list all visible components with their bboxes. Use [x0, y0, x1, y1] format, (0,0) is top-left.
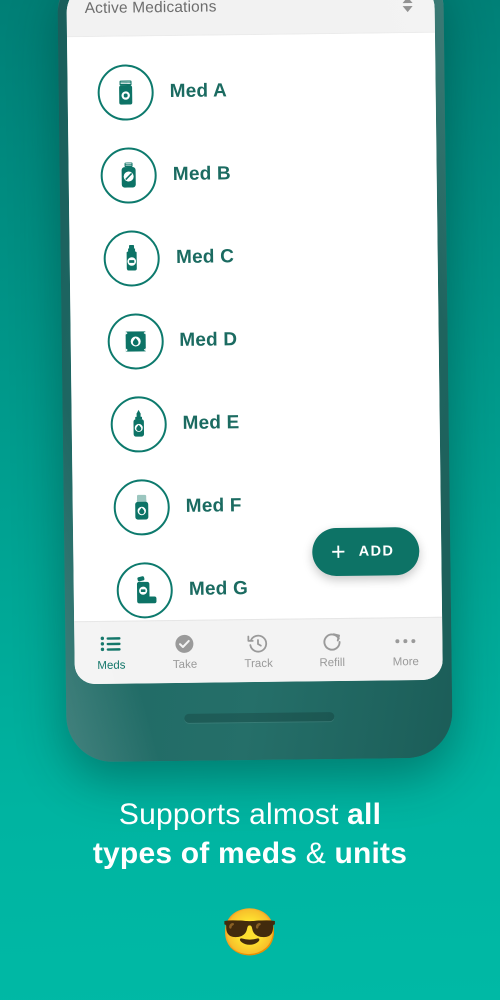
medication-label: Med G: [188, 577, 249, 600]
promo-tagline-line1: Supports almost all: [0, 795, 500, 834]
sunglasses-emoji: 😎: [221, 906, 279, 958]
medication-row-med-e[interactable]: Med E: [71, 379, 440, 466]
medication-list: Med A Med B Med C Med D Med E Med F Med G + ADD: [66, 32, 443, 622]
medication-row-med-d[interactable]: Med D: [70, 296, 439, 383]
add-medication-button[interactable]: + ADD: [311, 527, 420, 577]
bottom-navigation: Meds Take Track Refill More: [74, 616, 443, 685]
pill-box-icon: [97, 63, 154, 121]
nav-item-take[interactable]: Take: [148, 620, 222, 683]
gesture-bar: [184, 712, 335, 723]
promo-tagline-line2: types of meds & units: [0, 834, 500, 873]
nav-item-track[interactable]: Track: [221, 620, 295, 683]
nav-item-refill[interactable]: Refill: [295, 619, 369, 682]
medication-row-med-a[interactable]: Med A: [67, 47, 436, 134]
promo-text-amp: &: [297, 837, 335, 870]
list-icon: [100, 634, 122, 654]
nav-item-label: Track: [244, 657, 273, 670]
inhaler-icon: [116, 561, 174, 619]
promo-text-normal: Supports almost: [118, 798, 348, 831]
pump-bottle-icon: [113, 478, 171, 536]
app-header: Active Medications: [66, 0, 435, 38]
dropper-bottle-icon: [110, 395, 167, 453]
sort-updown-icon[interactable]: [396, 0, 418, 18]
phone-frame: Active Medications Med A Med B Med C Med DM…: [57, 0, 453, 763]
medication-label: Med B: [172, 162, 231, 185]
page-title: Active Medications: [84, 0, 217, 17]
nav-item-label: More: [392, 655, 419, 668]
medication-label: Med A: [169, 79, 228, 102]
medication-label: Med C: [175, 245, 235, 268]
medication-row-med-c[interactable]: Med C: [69, 213, 438, 300]
nav-item-meds[interactable]: Meds: [74, 621, 148, 684]
pill-bottle-icon: [100, 146, 158, 204]
ellipsis-icon: [394, 631, 416, 651]
promo-text-bold-types: types of meds: [92, 837, 298, 870]
nav-item-label: Meds: [97, 659, 126, 672]
sachet-packet-icon: [106, 312, 164, 370]
nav-item-label: Take: [172, 658, 198, 671]
medication-label: Med E: [182, 411, 240, 434]
medication-label: Med D: [179, 328, 238, 351]
medication-label: Med F: [185, 494, 242, 517]
add-button-label: ADD: [358, 543, 395, 560]
phone-screen: Active Medications Med A Med B Med C Med DM…: [66, 0, 443, 685]
nav-item-label: Refill: [319, 656, 346, 669]
refresh-icon: [322, 631, 342, 651]
promo-text-bold-all: all: [347, 798, 382, 831]
check-circle-icon: [175, 633, 195, 653]
syrup-bottle-icon: [103, 229, 161, 287]
nav-item-more[interactable]: More: [368, 618, 442, 681]
plus-icon: +: [330, 537, 346, 566]
history-clock-icon: [247, 632, 269, 653]
medication-row-med-b[interactable]: Med B: [68, 130, 437, 217]
promo-text-bold-units: units: [334, 837, 408, 870]
promo-tagline: Supports almost all types of meds & unit…: [0, 795, 500, 873]
